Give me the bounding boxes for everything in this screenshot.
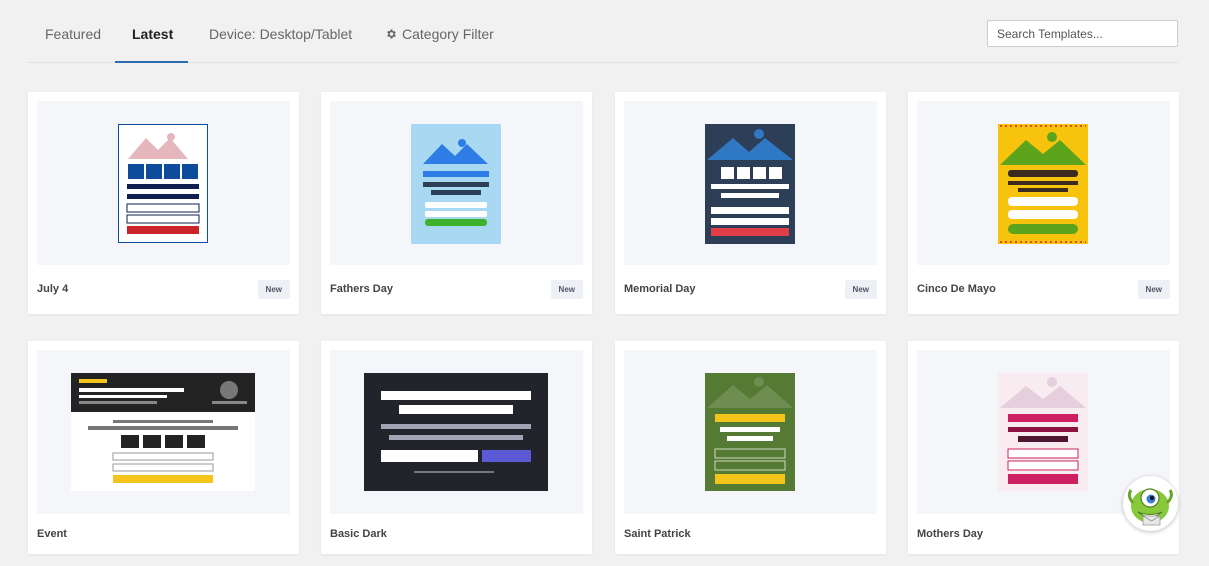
memorial-day-thumbnail: [705, 124, 795, 244]
template-card-memorial-day[interactable]: Memorial Day New: [615, 92, 886, 314]
template-preview: [917, 101, 1170, 265]
new-badge: New: [844, 280, 877, 299]
template-preview: [624, 101, 877, 265]
template-name: Event: [37, 528, 67, 540]
template-preview: [37, 350, 290, 514]
cinco-de-mayo-thumbnail: [998, 124, 1088, 244]
template-name: Memorial Day: [624, 283, 696, 295]
july-4-thumbnail: [118, 124, 208, 243]
template-preview: [330, 350, 583, 514]
tab-category-filter[interactable]: Category Filter: [385, 26, 494, 63]
template-card-july-4[interactable]: July 4 New: [28, 92, 299, 314]
mothers-day-thumbnail: [998, 373, 1088, 491]
template-card-cinco-de-mayo[interactable]: Cinco De Mayo New: [908, 92, 1179, 314]
search-templates-input[interactable]: [987, 20, 1178, 47]
template-name: Mothers Day: [917, 528, 984, 540]
template-name: Cinco De Mayo: [917, 283, 996, 295]
template-name: Saint Patrick: [624, 528, 691, 540]
template-preview: [37, 101, 290, 265]
gear-icon: [387, 29, 396, 39]
template-card-event[interactable]: Event: [28, 341, 299, 554]
new-badge: New: [550, 280, 583, 299]
fathers-day-thumbnail: [411, 124, 501, 244]
template-card-fathers-day[interactable]: Fathers Day New: [321, 92, 592, 314]
tab-featured[interactable]: Featured: [45, 26, 101, 63]
chat-launcher-button[interactable]: [1123, 476, 1178, 531]
new-badge: New: [257, 280, 290, 299]
template-name: July 4: [37, 283, 69, 295]
template-card-saint-patrick[interactable]: Saint Patrick: [615, 341, 886, 554]
template-preview: [624, 350, 877, 514]
basic-dark-thumbnail: [364, 373, 548, 491]
template-card-basic-dark[interactable]: Basic Dark: [321, 341, 592, 554]
template-name: Basic Dark: [330, 528, 387, 540]
event-thumbnail: [71, 373, 255, 491]
new-badge: New: [1137, 280, 1170, 299]
tab-latest[interactable]: Latest: [132, 26, 173, 63]
template-name: Fathers Day: [330, 283, 393, 295]
category-filter-label: Category Filter: [402, 26, 494, 42]
tab-device-filter[interactable]: Device: Desktop/Tablet: [209, 26, 352, 63]
active-tab-indicator: [115, 61, 188, 63]
monster-mascot-icon: [1125, 478, 1176, 529]
template-preview: [330, 101, 583, 265]
saint-patrick-thumbnail: [705, 373, 795, 491]
